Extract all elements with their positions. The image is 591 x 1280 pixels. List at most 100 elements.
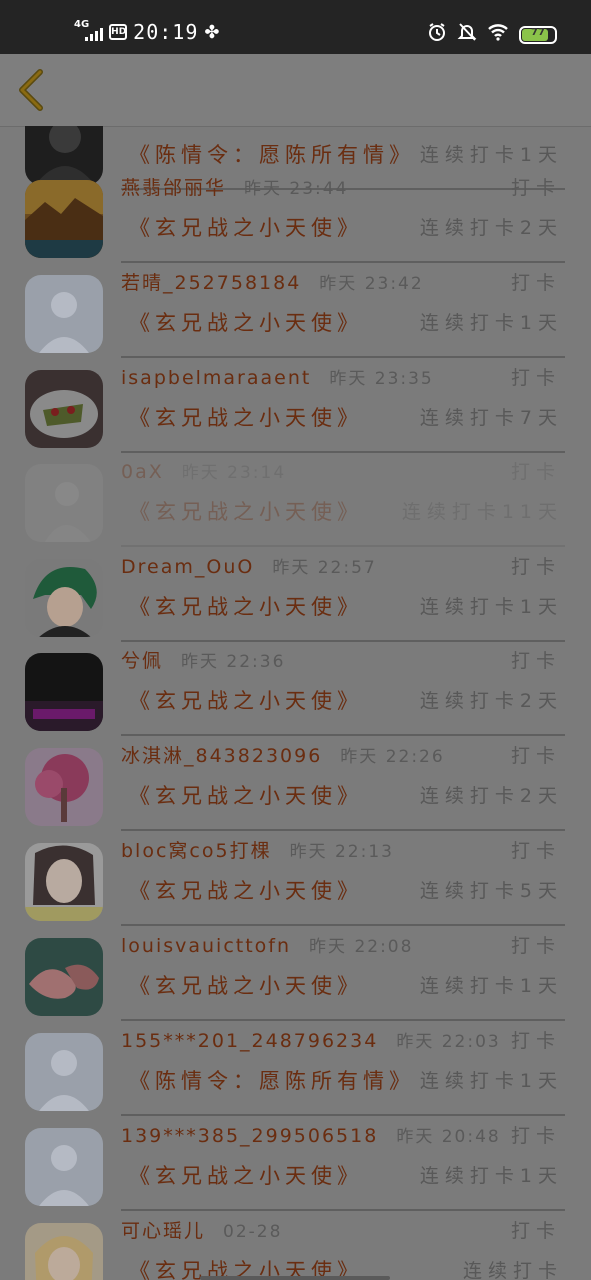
list-item[interactable]: 冰淇淋_843823096 昨天 22:26 打卡 《玄兄战之小天使》 连续打卡2天	[0, 736, 591, 831]
book-title[interactable]: 《玄兄战之小天使》	[129, 974, 363, 998]
checkin-label: 打卡	[510, 556, 561, 578]
checkin-list[interactable]: 《陈情令：愿陈所有情》 连续打卡1天 燕翡邰丽华 昨天 23:44 打卡 《玄兄战之小天使…	[0, 126, 591, 1280]
item-header: 155***201_248796234 昨天 22:03 打卡	[121, 1027, 565, 1055]
user-name[interactable]: 0aX	[121, 461, 164, 483]
item-book-row: 《玄兄战之小天使》 连续打卡2天	[129, 780, 565, 812]
streak-text: 连续打卡1天	[419, 312, 563, 334]
user-name[interactable]: louisvauicttofn	[121, 935, 291, 957]
streak-text: 连续打卡2天	[419, 785, 563, 807]
book-title[interactable]: 《玄兄战之小天使》	[129, 406, 363, 430]
mute-bell-icon	[457, 22, 477, 47]
item-book-row: 《玄兄战之小天使》 连续打卡2天	[129, 212, 565, 244]
checkin-time: 昨天 22:08	[309, 937, 414, 957]
user-name[interactable]: 兮佩	[121, 650, 163, 672]
item-book-row: 《玄兄战之小天使》 连续打卡1天	[129, 307, 565, 339]
user-name[interactable]: 可心瑶儿	[121, 1220, 205, 1242]
book-title[interactable]: 《玄兄战之小天使》	[129, 784, 363, 808]
back-button[interactable]	[14, 68, 48, 112]
avatar[interactable]	[25, 843, 103, 921]
book-title[interactable]: 《玄兄战之小天使》	[129, 500, 363, 524]
avatar[interactable]	[25, 370, 103, 448]
avatar[interactable]	[25, 180, 103, 258]
item-content: 若晴_252758184 昨天 23:42 打卡 《玄兄战之小天使》 连续打卡1天	[121, 263, 565, 358]
item-content: louisvauicttofn 昨天 22:08 打卡 《玄兄战之小天使》 连续打卡1天	[121, 926, 565, 1021]
list-item[interactable]: Dream_OuO 昨天 22:57 打卡《玄兄战之小天使》 连续打卡1天	[0, 547, 591, 642]
item-header: 冰淇淋_843823096 昨天 22:26 打卡	[121, 742, 565, 770]
avatar[interactable]	[25, 559, 103, 637]
item-book-row: 《玄兄战之小天使》 连续打卡5天	[129, 875, 565, 907]
item-content: 0aX 昨天 23:14 打卡 《玄兄战之小天使》 连续打卡11天	[121, 452, 565, 547]
item-book-row: 《陈情令：愿陈所有情》 连续打卡1天	[129, 1065, 565, 1097]
streak-text: 连续打卡2天	[419, 217, 563, 239]
status-bar: 4G HD 20:19 ✤ 77	[0, 0, 591, 54]
checkin-time: 昨天 22:26	[340, 747, 445, 767]
status-right: 77	[427, 22, 557, 47]
avatar[interactable]	[25, 1033, 103, 1111]
user-name[interactable]: Dream_OuO	[121, 556, 254, 578]
checkin-time: 昨天 20:48	[396, 1127, 501, 1147]
avatar[interactable]	[25, 938, 103, 1016]
item-content: bloc窝co5打棵 昨天 22:13 打卡《玄兄战之小天使》 连续打卡5天	[121, 831, 565, 926]
user-name[interactable]: 若晴_252758184	[121, 272, 301, 294]
list-item[interactable]: 可心瑶儿 02-28 打卡 《玄兄战之小天使》 连续打卡	[0, 1211, 591, 1280]
checkin-time: 昨天 23:44	[244, 179, 349, 199]
user-name[interactable]: isapbelmaraaent	[121, 367, 311, 389]
streak-text: 连续打卡1天	[419, 596, 563, 618]
book-title[interactable]: 《玄兄战之小天使》	[129, 879, 363, 903]
item-header: 可心瑶儿 02-28 打卡	[121, 1217, 565, 1245]
avatar[interactable]	[25, 1223, 103, 1280]
item-content: 兮佩 昨天 22:36 打卡《玄兄战之小天使》 连续打卡2天	[121, 641, 565, 736]
item-content: 燕翡邰丽华 昨天 23:44 打卡 《玄兄战之小天使》 连续打卡2天	[121, 168, 565, 263]
checkin-label: 打卡	[510, 1030, 561, 1052]
avatar[interactable]	[25, 1128, 103, 1206]
streak-text: 连续打卡2天	[419, 690, 563, 712]
item-header: isapbelmaraaent 昨天 23:35 打卡	[121, 364, 565, 392]
book-title[interactable]: 《陈情令：愿陈所有情》	[129, 1069, 415, 1093]
battery-icon: 77	[519, 25, 557, 44]
list-item[interactable]: 燕翡邰丽华 昨天 23:44 打卡 《玄兄战之小天使》 连续打卡2天	[0, 168, 591, 263]
checkin-label: 打卡	[510, 367, 561, 389]
checkin-label: 打卡	[510, 1125, 561, 1147]
checkin-time: 昨天 22:13	[289, 842, 394, 862]
streak-text: 连续打卡11天	[401, 501, 563, 523]
item-header: 兮佩 昨天 22:36 打卡	[121, 647, 565, 675]
list-item[interactable]: 139***385_299506518 昨天 20:48 打卡 《玄兄战之小天使》 连续…	[0, 1116, 591, 1211]
scroll-thumb[interactable]	[200, 1276, 390, 1280]
book-title[interactable]: 《陈情令：愿陈所有情》	[129, 143, 415, 167]
chevron-left-icon	[19, 69, 43, 111]
book-title[interactable]: 《玄兄战之小天使》	[129, 689, 363, 713]
list-item[interactable]: louisvauicttofn 昨天 22:08 打卡 《玄兄战之小天使》 连续打卡1天	[0, 926, 591, 1021]
user-name[interactable]: 燕翡邰丽华	[121, 177, 226, 199]
item-book-row: 《玄兄战之小天使》 连续打卡7天	[129, 402, 565, 434]
avatar[interactable]	[25, 275, 103, 353]
item-content: isapbelmaraaent 昨天 23:35 打卡《玄兄战之小天使》 连续打卡7天	[121, 358, 565, 453]
wifi-icon	[487, 23, 509, 46]
book-title[interactable]: 《玄兄战之小天使》	[129, 1164, 363, 1188]
book-title[interactable]: 《玄兄战之小天使》	[129, 216, 363, 240]
user-name[interactable]: 冰淇淋_843823096	[121, 745, 322, 767]
checkin-time: 昨天 23:35	[329, 369, 434, 389]
list-item[interactable]: isapbelmaraaent 昨天 23:35 打卡《玄兄战之小天使》 连续打卡7天	[0, 358, 591, 453]
list-item[interactable]: 若晴_252758184 昨天 23:42 打卡 《玄兄战之小天使》 连续打卡1天	[0, 263, 591, 358]
avatar[interactable]	[25, 464, 103, 542]
streak-text: 连续打卡5天	[419, 880, 563, 902]
list-item[interactable]: 155***201_248796234 昨天 22:03 打卡《陈情令：愿陈所有情》…	[0, 1021, 591, 1116]
avatar[interactable]	[25, 653, 103, 731]
item-header: bloc窝co5打棵 昨天 22:13 打卡	[121, 837, 565, 865]
avatar[interactable]	[25, 748, 103, 826]
user-name[interactable]: 139***385_299506518	[121, 1125, 378, 1147]
list-item[interactable]: 兮佩 昨天 22:36 打卡《玄兄战之小天使》 连续打卡2天	[0, 641, 591, 736]
item-header	[121, 126, 565, 129]
list-item[interactable]: 0aX 昨天 23:14 打卡 《玄兄战之小天使》 连续打卡11天	[0, 452, 591, 547]
checkin-time: 昨天 22:57	[272, 558, 377, 578]
checkin-time: 昨天 23:14	[181, 463, 287, 483]
book-title[interactable]: 《玄兄战之小天使》	[129, 595, 363, 619]
user-name[interactable]: bloc窝co5打棵	[121, 840, 272, 862]
checkin-time: 昨天 23:42	[319, 274, 424, 294]
status-time: 20:19	[133, 20, 199, 44]
item-content: 冰淇淋_843823096 昨天 22:26 打卡 《玄兄战之小天使》 连续打卡2天	[121, 736, 565, 831]
list-item[interactable]: bloc窝co5打棵 昨天 22:13 打卡《玄兄战之小天使》 连续打卡5天	[0, 831, 591, 926]
streak-text: 连续打卡1天	[419, 1070, 563, 1092]
book-title[interactable]: 《玄兄战之小天使》	[129, 311, 363, 335]
user-name[interactable]: 155***201_248796234	[121, 1030, 378, 1052]
